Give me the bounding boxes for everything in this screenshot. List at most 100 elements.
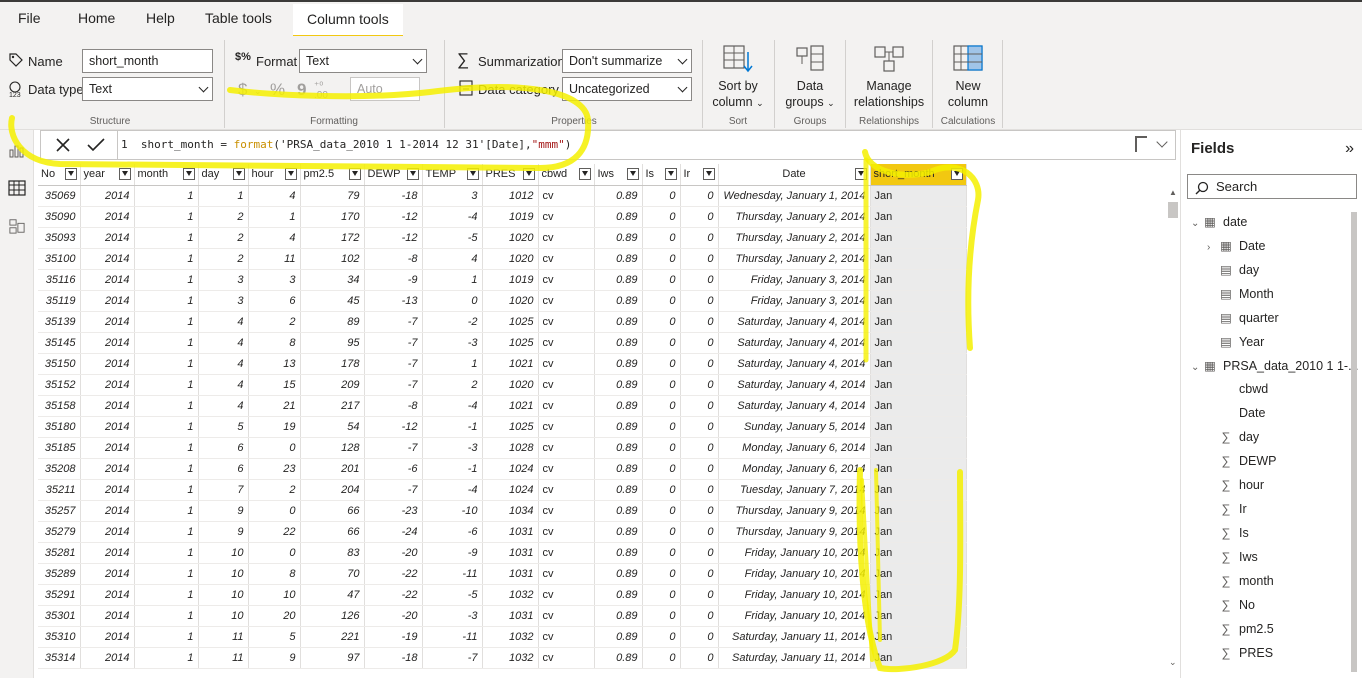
column-header[interactable]: TEMP (422, 164, 483, 186)
table-cell[interactable]: 54 (300, 416, 365, 438)
table-cell[interactable]: Thursday, January 2, 2014 (718, 227, 871, 249)
table-cell[interactable]: 1 (134, 479, 199, 501)
table-cell[interactable]: 2014 (80, 605, 135, 627)
table-cell[interactable]: 0 (248, 542, 301, 564)
table-cell[interactable]: 2 (198, 206, 249, 228)
table-cell[interactable]: -1 (422, 416, 483, 438)
table-cell[interactable]: 2014 (80, 626, 135, 648)
table-cell[interactable]: -24 (364, 521, 423, 543)
table-cell[interactable]: 0 (642, 227, 681, 249)
table-cell[interactable]: 1 (134, 206, 199, 228)
table-cell[interactable]: 1 (422, 353, 483, 375)
table-cell[interactable]: Saturday, January 4, 2014 (718, 353, 871, 375)
table-cell[interactable]: 0.89 (594, 311, 643, 333)
scroll-thumb[interactable] (1168, 202, 1178, 218)
table-cell[interactable]: 9 (198, 500, 249, 522)
sort-by-column-button[interactable]: Sort by column ⌄ (708, 44, 768, 111)
table-cell[interactable]: Saturday, January 4, 2014 (718, 374, 871, 396)
table-cell[interactable]: 1031 (482, 605, 539, 627)
table-cell[interactable]: -18 (364, 647, 423, 669)
column-header[interactable]: year (80, 164, 135, 186)
table-cell[interactable]: 4 (248, 227, 301, 249)
table-cell[interactable]: 1024 (482, 458, 539, 480)
table-cell[interactable]: 0 (642, 185, 681, 207)
table-cell[interactable]: 2014 (80, 458, 135, 480)
table-cell[interactable]: Saturday, January 4, 2014 (718, 311, 871, 333)
table-cell[interactable]: 35180 (38, 416, 81, 438)
table-cell[interactable]: 0.89 (594, 416, 643, 438)
table-cell[interactable]: 1034 (482, 500, 539, 522)
table-cell[interactable]: 217 (300, 395, 365, 417)
table-cell[interactable]: 0.89 (594, 563, 643, 585)
table-cell[interactable]: 2014 (80, 248, 135, 270)
table-cell[interactable]: 0 (642, 311, 681, 333)
table-cell[interactable]: 1019 (482, 269, 539, 291)
table-cell[interactable]: 0 (642, 395, 681, 417)
field-item[interactable]: ∑ DEWP (1219, 454, 1277, 468)
table-cell[interactable]: 8 (248, 332, 301, 354)
table-cell[interactable]: 0.89 (594, 584, 643, 606)
table-row[interactable]: 35257 2014 1 9 0 66 -23 -10 1034 cv 0.89 0 0 Thursday… (38, 500, 967, 522)
table-row[interactable]: 35211 2014 1 7 2 204 -7 -4 1024 cv 0.89 0 0 Tuesday, … (38, 479, 967, 501)
table-row[interactable]: 35145 2014 1 4 8 95 -7 -3 1025 cv 0.89 0 0 Saturday, … (38, 332, 967, 354)
table-cell[interactable]: 1 (134, 227, 199, 249)
menu-help[interactable]: Help (146, 10, 175, 26)
table-cell[interactable]: 0.89 (594, 479, 643, 501)
table-cell[interactable]: 35152 (38, 374, 81, 396)
table-cell[interactable]: cv (538, 542, 595, 564)
table-cell[interactable]: Jan (870, 185, 967, 207)
table-cell[interactable]: 3 (248, 269, 301, 291)
table-cell[interactable]: 15 (248, 374, 301, 396)
table-cell[interactable]: 83 (300, 542, 365, 564)
table-cell[interactable]: -7 (364, 353, 423, 375)
table-cell[interactable]: 97 (300, 647, 365, 669)
table-cell[interactable]: Jan (870, 206, 967, 228)
table-cell[interactable]: 47 (300, 584, 365, 606)
table-cell[interactable]: 0 (642, 458, 681, 480)
table-cell[interactable]: Monday, January 6, 2014 (718, 437, 871, 459)
table-cell[interactable]: 0.89 (594, 185, 643, 207)
menu-file[interactable]: File (18, 10, 41, 26)
table-cell[interactable]: 1032 (482, 626, 539, 648)
column-header[interactable]: PRES (482, 164, 539, 186)
table-cell[interactable]: cv (538, 521, 595, 543)
table-cell[interactable]: 126 (300, 605, 365, 627)
table-cell[interactable]: 1025 (482, 416, 539, 438)
table-cell[interactable]: Jan (870, 311, 967, 333)
table-cell[interactable]: 0 (680, 185, 719, 207)
table-cell[interactable]: Jan (870, 626, 967, 648)
table-cell[interactable]: -6 (364, 458, 423, 480)
filter-dropdown-icon[interactable] (284, 168, 297, 180)
column-header[interactable]: Ir (680, 164, 719, 186)
table-cell[interactable]: -23 (364, 500, 423, 522)
table-cell[interactable]: 0 (642, 290, 681, 312)
table-cell[interactable]: 0 (642, 374, 681, 396)
table-cell[interactable]: 35279 (38, 521, 81, 543)
table-cell[interactable]: Jan (870, 584, 967, 606)
column-header[interactable]: cbwd (538, 164, 595, 186)
fields-scrollbar[interactable] (1351, 212, 1357, 672)
table-cell[interactable]: 2014 (80, 227, 135, 249)
table-cell[interactable]: 4 (422, 248, 483, 270)
table-cell[interactable]: 2 (422, 374, 483, 396)
table-cell[interactable]: 1 (134, 185, 199, 207)
chevron-right-icon[interactable]: › (1207, 242, 1217, 253)
table-cell[interactable]: 1021 (482, 395, 539, 417)
table-cell[interactable]: -12 (364, 227, 423, 249)
table-cell[interactable]: cv (538, 290, 595, 312)
table-cell[interactable]: cv (538, 395, 595, 417)
table-cell[interactable]: 172 (300, 227, 365, 249)
table-cell[interactable]: 0 (642, 269, 681, 291)
table-cell[interactable]: 35158 (38, 395, 81, 417)
table-row[interactable]: 35069 2014 1 1 4 79 -18 3 1012 cv 0.89 0 0 Wednesday,… (38, 185, 967, 207)
table-cell[interactable]: 0.89 (594, 227, 643, 249)
table-cell[interactable]: 35314 (38, 647, 81, 669)
table-cell[interactable]: 35310 (38, 626, 81, 648)
table-cell[interactable]: 2014 (80, 416, 135, 438)
table-cell[interactable]: 0 (680, 437, 719, 459)
table-cell[interactable]: 2014 (80, 521, 135, 543)
table-cell[interactable]: 0 (642, 626, 681, 648)
table-cell[interactable]: Thursday, January 9, 2014 (718, 500, 871, 522)
menu-column-tools[interactable]: Column tools (293, 4, 403, 38)
table-cell[interactable]: 0 (680, 563, 719, 585)
